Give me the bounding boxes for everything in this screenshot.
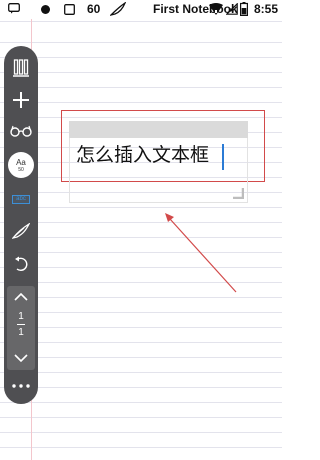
previous-page-button[interactable] xyxy=(7,288,35,306)
add-icon xyxy=(13,92,29,108)
wifi-icon xyxy=(209,3,223,15)
font-settings-button[interactable]: Aa 50 xyxy=(4,150,38,180)
chevron-up-icon xyxy=(14,293,28,301)
screen-icon xyxy=(64,4,75,15)
page-fraction-bar xyxy=(17,324,25,325)
total-pages: 1 xyxy=(18,327,24,338)
more-icon xyxy=(12,384,30,388)
text-tool-label: abc xyxy=(12,194,30,204)
text-box-input[interactable]: 怎么插入文本框 xyxy=(76,142,209,168)
chat-icon xyxy=(8,3,20,14)
tool-sidebar: Aa 50 abc 1 1 xyxy=(4,46,38,404)
page-counter: 1 1 xyxy=(7,310,35,339)
pen-icon xyxy=(12,223,30,239)
chevron-down-icon xyxy=(14,354,28,362)
text-box-drag-bar[interactable] xyxy=(69,121,248,138)
feather-icon xyxy=(110,2,126,16)
pen-button[interactable] xyxy=(4,219,38,243)
next-page-button[interactable] xyxy=(7,349,35,367)
current-page: 1 xyxy=(18,311,24,322)
status-bar: 60 First Notebook 8:55 xyxy=(0,0,282,19)
record-dot-icon xyxy=(41,5,50,14)
text-cursor xyxy=(222,144,224,170)
notebook-page[interactable] xyxy=(0,19,282,460)
font-badge: Aa 50 xyxy=(8,152,34,178)
undo-icon xyxy=(15,256,28,272)
bookshelf-button[interactable] xyxy=(4,56,38,80)
font-size-value: 50 xyxy=(18,166,24,173)
undo-button[interactable] xyxy=(4,252,38,276)
notification-count: 60 xyxy=(87,2,101,16)
battery-icon xyxy=(240,2,248,16)
text-box[interactable]: 怎么插入文本框 xyxy=(69,121,248,203)
signal-icon xyxy=(226,3,238,15)
resize-handle-icon[interactable] xyxy=(232,187,244,199)
more-button[interactable] xyxy=(4,376,38,396)
bookshelf-icon xyxy=(13,59,29,77)
font-label: Aa xyxy=(16,157,26,167)
clock: 8:55 xyxy=(254,2,279,16)
add-button[interactable] xyxy=(4,86,38,114)
reading-mode-button[interactable] xyxy=(4,120,38,142)
text-tool-button[interactable]: abc xyxy=(4,189,38,209)
glasses-icon xyxy=(10,125,32,137)
page-navigator: 1 1 xyxy=(7,286,35,370)
